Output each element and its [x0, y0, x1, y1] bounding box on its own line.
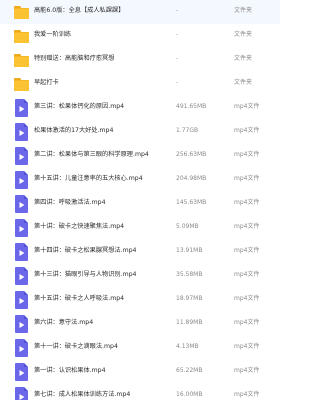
file-row[interactable]: 第一讲：认识松果体.mp4 65.22MB mp4文件 [0, 360, 280, 384]
file-size: 491.65MB [176, 103, 207, 110]
file-type: mp4文件 [234, 127, 260, 134]
file-type: mp4文件 [234, 175, 260, 182]
file-row[interactable]: 第十讲：破卡之快速聚焦法.mp4 5.09MB mp4文件 [0, 216, 280, 240]
file-type: mp4文件 [234, 391, 260, 398]
file-name[interactable]: 高能6.0版：全息【成人私課課】 [34, 6, 170, 16]
video-file-icon [15, 123, 28, 141]
folder-icon [14, 54, 29, 67]
file-size: 16.00MB [176, 391, 203, 398]
file-list: 高能6.0版：全息【成人私課課】 - 文件夹 我爱一阶训练 - 文件夹 特别赠送：高能脑和疗… [0, 0, 280, 400]
file-row[interactable]: 第十三讲：猫眼引导与人物识别.mp4 35.58MB mp4文件 [0, 264, 280, 288]
video-file-icon [15, 99, 28, 117]
file-size: 145.63MB [176, 199, 207, 206]
file-size: 11.89MB [176, 319, 203, 326]
file-size: - [176, 79, 179, 86]
video-file-icon [15, 243, 28, 261]
file-name[interactable]: 第十五讲：儿童注意率的五大核心.mp4 [34, 174, 170, 184]
file-row[interactable]: 第十四讲：破卡之松果腺冥想法.mp4 13.91MB mp4文件 [0, 240, 280, 264]
file-row[interactable]: 第七讲：成人松果体训练方法.mp4 16.00MB mp4文件 [0, 384, 280, 400]
file-size: 18.97MB [176, 295, 203, 302]
file-size: 13.91MB [176, 247, 203, 254]
video-file-icon [15, 387, 28, 400]
file-name[interactable]: 特别赠送：高能脑和疗愈冥想 [34, 54, 170, 64]
file-row[interactable]: 第二讲：松果体与第三眼的科学原理.mp4 256.63MB mp4文件 [0, 144, 280, 168]
file-row[interactable]: 早起打卡 - 文件夹 [0, 72, 280, 96]
video-file-icon [15, 339, 28, 357]
folder-icon [14, 30, 29, 43]
file-type: 文件夹 [234, 55, 253, 62]
file-row[interactable]: 松果体激活的17大好处.mp4 1.77GB mp4文件 [0, 120, 280, 144]
file-type: mp4文件 [234, 151, 260, 158]
video-file-icon [15, 363, 28, 381]
file-name[interactable]: 松果体激活的17大好处.mp4 [34, 126, 170, 136]
file-name[interactable]: 第一讲：认识松果体.mp4 [34, 366, 170, 376]
file-size: 204.98MB [176, 175, 207, 182]
file-row[interactable]: 第三讲：松果体钙化的原因.mp4 491.65MB mp4文件 [0, 96, 280, 120]
file-row[interactable]: 第十五讲：儿童注意率的五大核心.mp4 204.98MB mp4文件 [0, 168, 280, 192]
file-name[interactable]: 我爱一阶训练 [34, 30, 170, 40]
file-size: - [176, 31, 179, 38]
file-name[interactable]: 第三讲：松果体钙化的原因.mp4 [34, 102, 170, 112]
file-row[interactable]: 特别赠送：高能脑和疗愈冥想 - 文件夹 [0, 48, 280, 72]
file-name[interactable]: 第十四讲：破卡之松果腺冥想法.mp4 [34, 246, 170, 256]
video-file-icon [15, 171, 28, 189]
file-type: mp4文件 [234, 199, 260, 206]
file-name[interactable]: 第七讲：成人松果体训练方法.mp4 [34, 390, 170, 400]
file-row[interactable]: 第十五讲：破卡之人呼吸法.mp4 18.97MB mp4文件 [0, 288, 280, 312]
file-name[interactable]: 第十讲：破卡之快速聚焦法.mp4 [34, 222, 170, 232]
file-name[interactable]: 第四讲：呼吸激活法.mp4 [34, 198, 170, 208]
file-row[interactable]: 第四讲：呼吸激活法.mp4 145.63MB mp4文件 [0, 192, 280, 216]
video-file-icon [15, 267, 28, 285]
file-name[interactable]: 第十五讲：破卡之人呼吸法.mp4 [34, 294, 170, 304]
file-size: 4.13MB [176, 343, 199, 350]
file-name[interactable]: 第二讲：松果体与第三眼的科学原理.mp4 [34, 150, 170, 160]
file-size: 35.58MB [176, 271, 203, 278]
video-file-icon [15, 291, 28, 309]
file-size: 5.09MB [176, 223, 199, 230]
video-file-icon [15, 147, 28, 165]
file-name[interactable]: 第十三讲：猫眼引导与人物识别.mp4 [34, 270, 170, 280]
file-row[interactable]: 第十一讲：破卡之滴眼法.mp4 4.13MB mp4文件 [0, 336, 280, 360]
file-name[interactable]: 第十一讲：破卡之滴眼法.mp4 [34, 342, 170, 352]
file-size: 65.22MB [176, 367, 203, 374]
video-file-icon [15, 315, 28, 333]
video-file-icon [15, 195, 28, 213]
file-type: mp4文件 [234, 343, 260, 350]
file-type: 文件夹 [234, 7, 253, 14]
file-type: mp4文件 [234, 247, 260, 254]
file-type: 文件夹 [234, 31, 253, 38]
file-name[interactable]: 早起打卡 [34, 78, 170, 88]
file-type: mp4文件 [234, 295, 260, 302]
file-row[interactable]: 高能6.0版：全息【成人私課課】 - 文件夹 [0, 0, 280, 24]
file-type: mp4文件 [234, 319, 260, 326]
video-file-icon [15, 219, 28, 237]
file-name[interactable]: 第六讲：意守法.mp4 [34, 318, 170, 328]
file-size: - [176, 55, 179, 62]
file-row[interactable]: 第六讲：意守法.mp4 11.89MB mp4文件 [0, 312, 280, 336]
file-size: 1.77GB [176, 127, 199, 134]
file-type: mp4文件 [234, 271, 260, 278]
file-row[interactable]: 我爱一阶训练 - 文件夹 [0, 24, 280, 48]
file-type: mp4文件 [234, 103, 260, 110]
file-size: - [176, 7, 179, 14]
file-size: 256.63MB [176, 151, 207, 158]
file-type: mp4文件 [234, 223, 260, 230]
file-type: mp4文件 [234, 367, 260, 374]
file-type: 文件夹 [234, 79, 253, 86]
folder-icon [14, 6, 29, 19]
folder-icon [14, 78, 29, 91]
